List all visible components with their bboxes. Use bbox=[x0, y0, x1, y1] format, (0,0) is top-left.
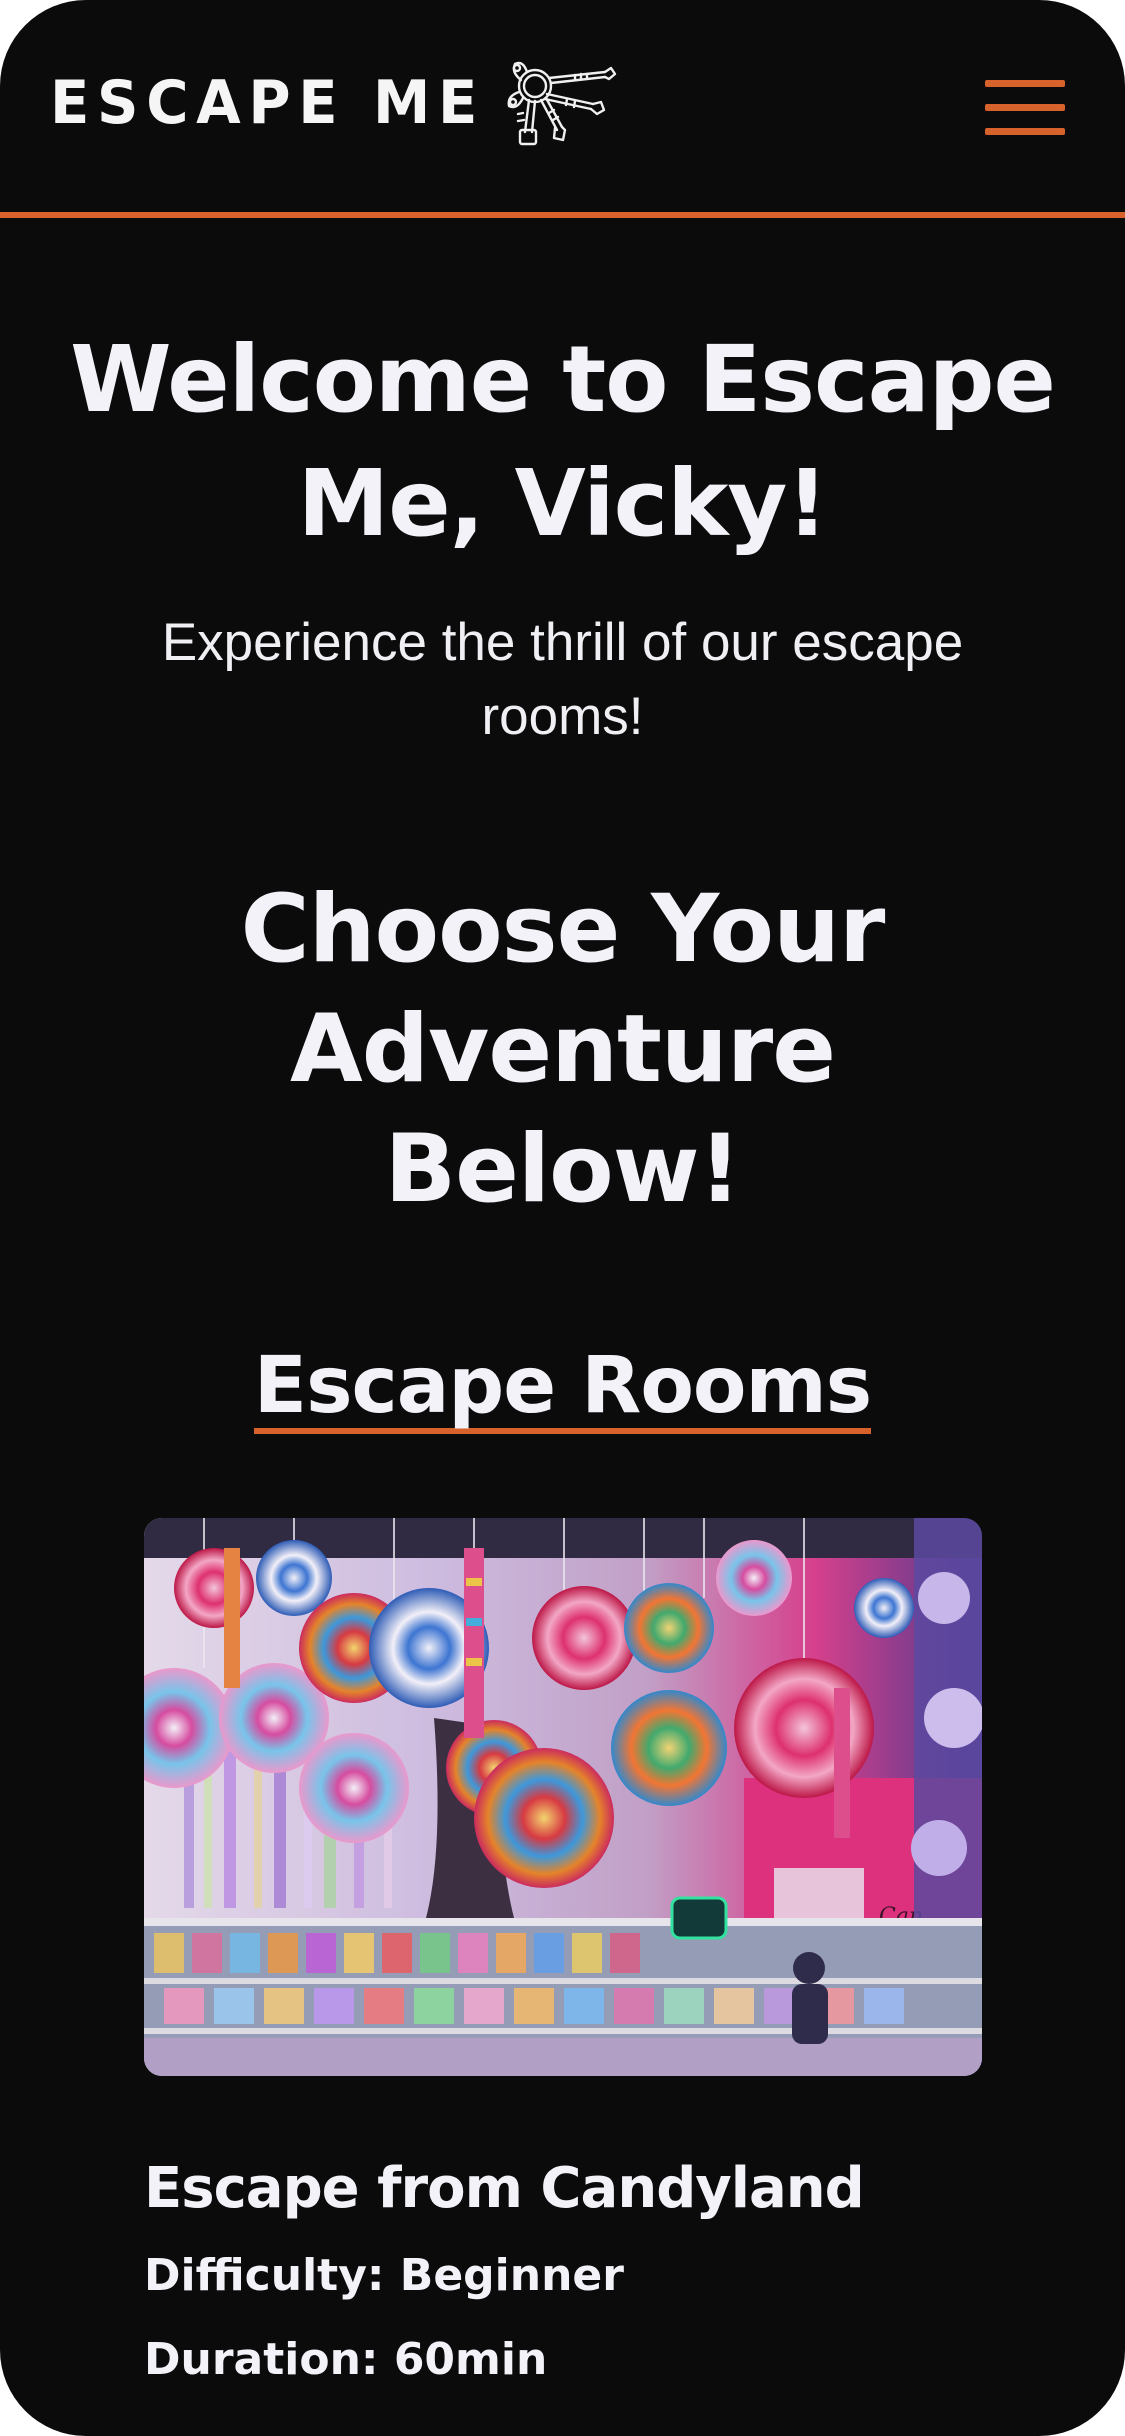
menu-bar bbox=[985, 80, 1065, 87]
escape-rooms-heading: Escape Rooms bbox=[0, 1344, 1125, 1434]
app-screen: ESCAPE ME Welcome to Escape Me, Vicky! E… bbox=[0, 0, 1125, 2436]
room-duration: Duration: 60min bbox=[144, 2334, 548, 2385]
room-card[interactable]: Can Escape from Candyland Difficulty: Be… bbox=[144, 1518, 982, 2385]
adventure-heading: Choose Your Adventure Below! bbox=[240, 875, 886, 1224]
room-difficulty: Difficulty: Beginner bbox=[144, 2250, 624, 2301]
welcome-subtitle: Experience the thrill of our escape room… bbox=[161, 613, 964, 746]
room-name[interactable]: Escape from Candyland bbox=[144, 2154, 865, 2224]
welcome-heading: Welcome to Escape Me, Vicky! bbox=[70, 326, 1056, 557]
menu-bar bbox=[985, 104, 1065, 111]
brand-logo[interactable]: ESCAPE ME bbox=[50, 58, 617, 148]
hamburger-menu-icon[interactable] bbox=[985, 80, 1065, 136]
escape-rooms-heading-text: Escape Rooms bbox=[253, 1344, 872, 1434]
keys-icon bbox=[507, 61, 617, 146]
brand-name: ESCAPE ME bbox=[50, 68, 486, 138]
menu-bar bbox=[985, 128, 1065, 135]
candyland-room-image[interactable]: Can bbox=[144, 1518, 982, 2076]
site-header: ESCAPE ME bbox=[0, 0, 1125, 218]
